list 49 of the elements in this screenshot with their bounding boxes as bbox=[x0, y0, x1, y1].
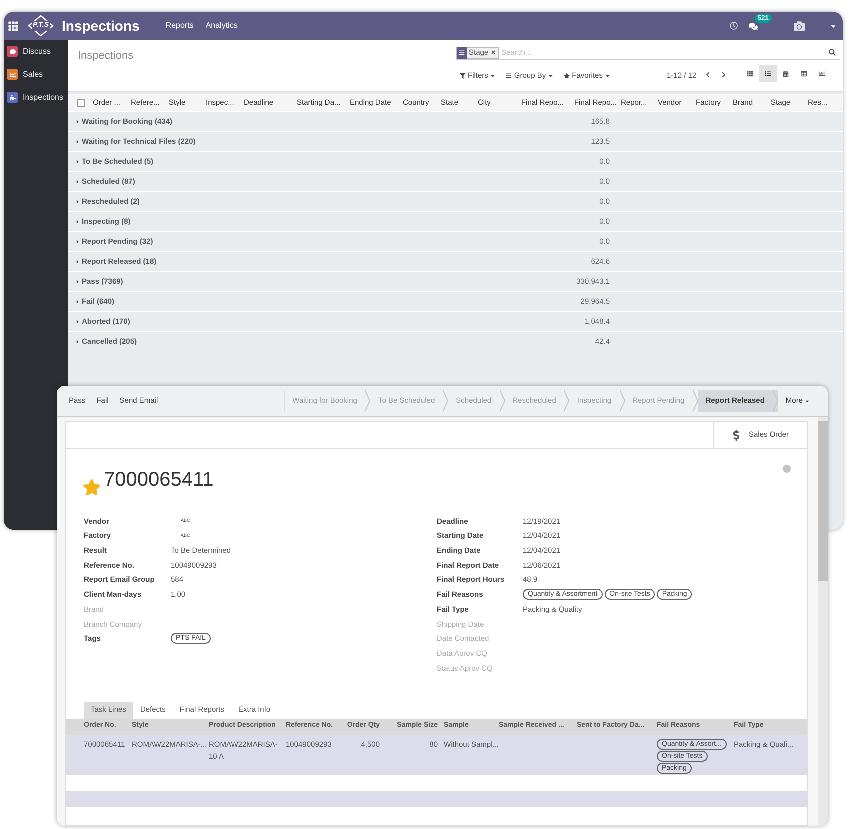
caret-icon bbox=[75, 138, 81, 144]
caret-icon bbox=[805, 398, 810, 404]
chevron-icon bbox=[365, 390, 370, 412]
apps-menu-icon[interactable] bbox=[8, 20, 19, 32]
star-icon bbox=[564, 72, 570, 79]
caret-icon bbox=[75, 278, 81, 284]
caret-icon bbox=[548, 72, 554, 79]
dollar-icon bbox=[732, 430, 741, 440]
filter-icon bbox=[460, 72, 466, 79]
sidebar-item[interactable]: Sales bbox=[23, 66, 44, 83]
caret-icon bbox=[75, 338, 81, 344]
remove-facet-icon[interactable] bbox=[490, 50, 496, 55]
select-all-checkbox[interactable] bbox=[77, 98, 85, 106]
chevron-icon bbox=[620, 390, 625, 412]
menu-item[interactable]: Analytics bbox=[206, 20, 238, 32]
caret-icon bbox=[490, 72, 496, 79]
caret-icon bbox=[75, 298, 81, 304]
scrollbar[interactable] bbox=[818, 417, 828, 826]
chevron-icon bbox=[692, 390, 698, 412]
sidebar-item[interactable]: Inspections bbox=[23, 89, 64, 106]
caret-icon bbox=[75, 198, 81, 204]
caret-icon[interactable] bbox=[830, 22, 837, 30]
chevron-icon bbox=[772, 390, 778, 412]
facet-icon bbox=[459, 50, 465, 56]
caret-icon bbox=[75, 318, 81, 324]
chevron-icon bbox=[500, 390, 505, 412]
caret-icon bbox=[75, 178, 81, 184]
chat-icon[interactable] bbox=[749, 22, 758, 30]
clock-icon[interactable] bbox=[730, 22, 738, 30]
caret-icon bbox=[75, 238, 81, 244]
caret-icon bbox=[75, 218, 81, 224]
menu-item[interactable]: Reports bbox=[166, 20, 194, 32]
chevron-icon bbox=[443, 390, 448, 412]
sidebar-item[interactable]: Discuss bbox=[23, 43, 52, 60]
app-title: Inspections bbox=[62, 16, 140, 36]
list-icon bbox=[506, 72, 512, 79]
next-icon[interactable] bbox=[721, 72, 727, 78]
camera-icon[interactable] bbox=[794, 20, 805, 32]
caret-icon bbox=[604, 72, 611, 79]
caret-icon bbox=[75, 118, 81, 124]
star-icon[interactable] bbox=[83, 479, 101, 496]
list-view-icon[interactable] bbox=[759, 65, 777, 82]
record-title: 7000065411 bbox=[104, 468, 214, 493]
search-icon[interactable] bbox=[829, 49, 836, 56]
breadcrumb: Inspections bbox=[78, 49, 134, 64]
caret-icon bbox=[75, 158, 81, 164]
chevron-icon bbox=[564, 390, 570, 412]
previous-icon[interactable] bbox=[705, 72, 711, 78]
caret-icon bbox=[75, 258, 81, 264]
